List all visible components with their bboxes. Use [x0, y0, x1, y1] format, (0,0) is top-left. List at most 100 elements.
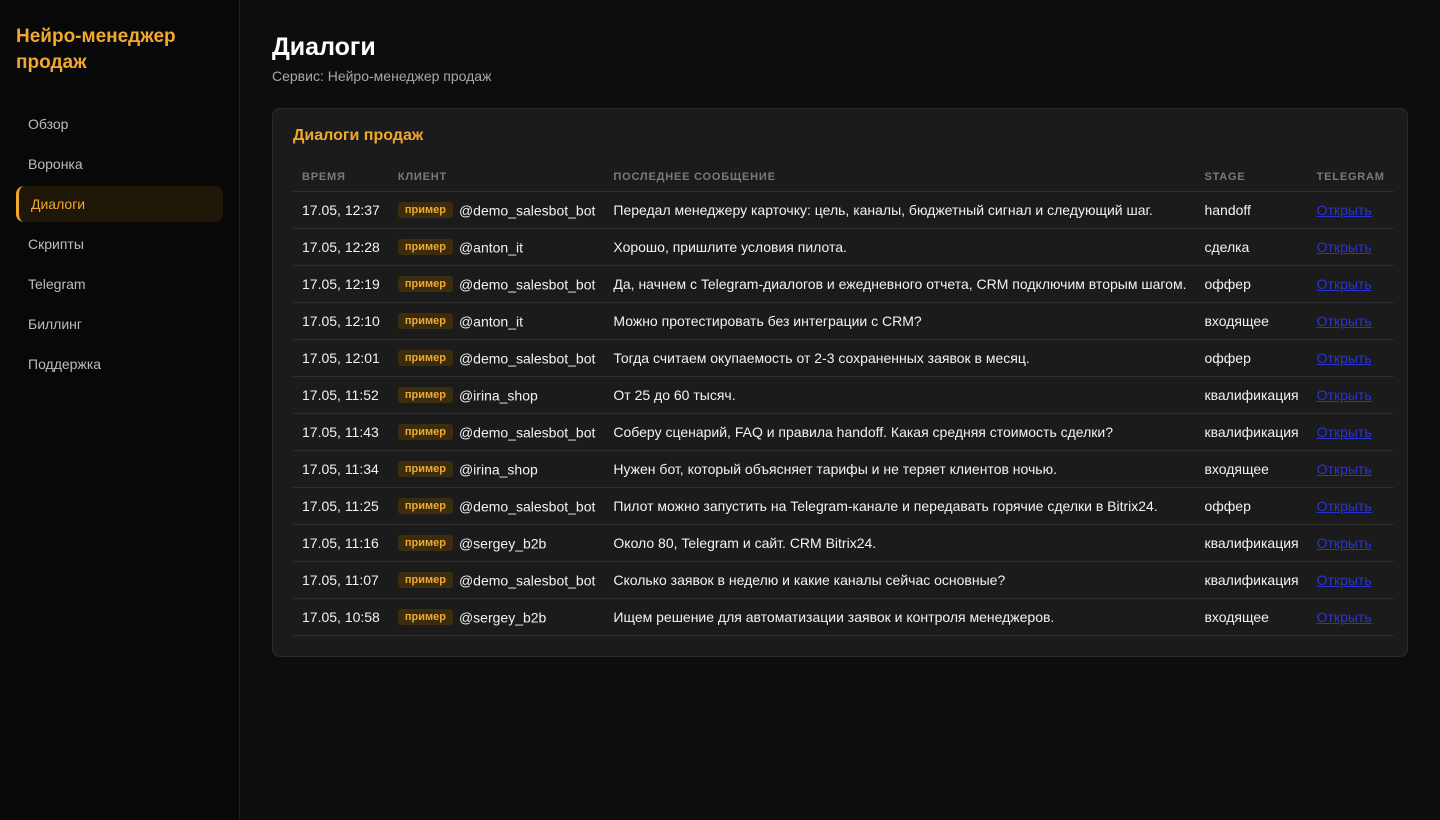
sidebar-item-telegram[interactable]: Telegram	[16, 266, 223, 302]
cell-last-message: Пилот можно запустить на Telegram-канале…	[604, 487, 1196, 525]
cell-stage: входящее	[1195, 598, 1308, 636]
open-telegram-link[interactable]: Открыть	[1317, 313, 1372, 329]
cell-last-message: Тогда считаем окупаемость от 2-3 сохране…	[604, 339, 1196, 377]
cell-client: пример @sergey_b2b	[388, 524, 605, 562]
cell-client: пример @irina_shop	[388, 376, 605, 414]
cell-client: пример @irina_shop	[388, 450, 605, 488]
table-row[interactable]: 17.05, 11:52 пример @irina_shop От 25 до 60…	[293, 376, 1394, 414]
open-telegram-link[interactable]: Открыть	[1317, 350, 1372, 366]
app-root: Нейро-менеджер продаж Обзор Воронка Диал…	[0, 0, 1440, 820]
cell-telegram: Открыть	[1307, 413, 1394, 451]
card-title: Диалоги продаж	[293, 127, 424, 144]
open-telegram-link[interactable]: Открыть	[1317, 498, 1372, 514]
client-username: @demo_salesbot_bot	[458, 572, 596, 589]
client-username: @sergey_b2b	[458, 609, 547, 626]
cell-time: 17.05, 10:58	[293, 598, 389, 636]
table-row[interactable]: 17.05, 11:43 пример @demo_salesbot_bot Собе…	[293, 413, 1394, 451]
cell-client: пример @anton_it	[388, 228, 605, 266]
table-row[interactable]: 17.05, 12:01 пример @demo_salesbot_bot Тогд…	[293, 339, 1394, 377]
dialogs-table: Время Клиент Последнее сообщение Stage T…	[293, 163, 1394, 636]
example-badge: пример	[397, 609, 453, 626]
sidebar-item-billing[interactable]: Биллинг	[16, 306, 223, 342]
cell-telegram: Открыть	[1307, 265, 1394, 303]
open-telegram-link[interactable]: Открыть	[1317, 424, 1372, 440]
cell-time: 17.05, 11:34	[293, 450, 389, 488]
table-row[interactable]: 17.05, 12:28 пример @anton_it Хорошо, пришл…	[293, 228, 1394, 266]
open-telegram-link[interactable]: Открыть	[1317, 276, 1372, 292]
column-header-client: Клиент	[388, 163, 605, 192]
open-telegram-link[interactable]: Открыть	[1317, 535, 1372, 551]
cell-client: пример @demo_salesbot_bot	[388, 265, 605, 303]
cell-last-message: Нужен бот, который объясняет тарифы и не…	[604, 450, 1196, 488]
cell-last-message: Передал менеджеру карточку: цель, каналы…	[604, 191, 1196, 229]
table-row[interactable]: 17.05, 11:16 пример @sergey_b2b Около 80, T…	[293, 524, 1394, 562]
open-telegram-link[interactable]: Открыть	[1317, 609, 1372, 625]
sidebar: Нейро-менеджер продаж Обзор Воронка Диал…	[0, 0, 240, 820]
cell-stage: входящее	[1195, 302, 1308, 340]
example-badge: пример	[397, 350, 453, 367]
table-row[interactable]: 17.05, 11:07 пример @demo_salesbot_bot Скол…	[293, 561, 1394, 599]
cell-time: 17.05, 12:01	[293, 339, 389, 377]
cell-client: пример @demo_salesbot_bot	[388, 191, 605, 229]
dialogs-card: Диалоги продаж Время Клиент Последнее со…	[272, 108, 1408, 657]
main-content: Диалоги Сервис: Нейро-менеджер продаж Ди…	[240, 0, 1440, 820]
table-header-row: Время Клиент Последнее сообщение Stage T…	[293, 163, 1394, 192]
cell-last-message: Хорошо, пришлите условия пилота.	[604, 228, 1196, 266]
sidebar-item-support[interactable]: Поддержка	[16, 346, 223, 382]
table-row[interactable]: 17.05, 12:37 пример @demo_salesbot_bot Пере…	[293, 191, 1394, 229]
cell-stage: сделка	[1195, 228, 1308, 266]
cell-telegram: Открыть	[1307, 302, 1394, 340]
open-telegram-link[interactable]: Открыть	[1317, 572, 1372, 588]
table-row[interactable]: 17.05, 12:19 пример @demo_salesbot_bot Да, …	[293, 265, 1394, 303]
cell-client: пример @demo_salesbot_bot	[388, 561, 605, 599]
brand-logo-text: Нейро-менеджер продаж	[16, 26, 176, 73]
example-badge: пример	[397, 461, 453, 478]
cell-telegram: Открыть	[1307, 339, 1394, 377]
cell-time: 17.05, 11:52	[293, 376, 389, 414]
sidebar-item-overview[interactable]: Обзор	[16, 106, 223, 142]
cell-time: 17.05, 12:10	[293, 302, 389, 340]
example-badge: пример	[397, 202, 453, 219]
cell-time: 17.05, 11:43	[293, 413, 389, 451]
table-row[interactable]: 17.05, 11:25 пример @demo_salesbot_bot Пило…	[293, 487, 1394, 525]
cell-client: пример @anton_it	[388, 302, 605, 340]
cell-telegram: Открыть	[1307, 598, 1394, 636]
cell-last-message: Можно протестировать без интеграции с CR…	[604, 302, 1196, 340]
open-telegram-link[interactable]: Открыть	[1317, 239, 1372, 255]
cell-telegram: Открыть	[1307, 487, 1394, 525]
cell-stage: входящее	[1195, 450, 1308, 488]
table-row[interactable]: 17.05, 10:58 пример @sergey_b2b Ищем решени…	[293, 598, 1394, 636]
cell-telegram: Открыть	[1307, 376, 1394, 414]
cell-telegram: Открыть	[1307, 450, 1394, 488]
page-subtitle: Сервис: Нейро-менеджер продаж	[272, 68, 492, 84]
cell-client: пример @demo_salesbot_bot	[388, 339, 605, 377]
cell-last-message: От 25 до 60 тысяч.	[604, 376, 1196, 414]
table-row[interactable]: 17.05, 11:34 пример @irina_shop Нужен бот, …	[293, 450, 1394, 488]
client-username: @sergey_b2b	[458, 535, 547, 552]
open-telegram-link[interactable]: Открыть	[1317, 202, 1372, 218]
cell-client: пример @demo_salesbot_bot	[388, 413, 605, 451]
sidebar-item-scripts[interactable]: Скрипты	[16, 226, 223, 262]
example-badge: пример	[397, 572, 453, 589]
example-badge: пример	[397, 313, 453, 330]
cell-time: 17.05, 12:19	[293, 265, 389, 303]
open-telegram-link[interactable]: Открыть	[1317, 461, 1372, 477]
cell-stage: квалификация	[1195, 524, 1308, 562]
cell-stage: оффер	[1195, 265, 1308, 303]
table-row[interactable]: 17.05, 12:10 пример @anton_it Можно протест…	[293, 302, 1394, 340]
example-badge: пример	[397, 535, 453, 552]
cell-time: 17.05, 11:07	[293, 561, 389, 599]
example-badge: пример	[397, 239, 453, 256]
cell-last-message: Да, начнем с Telegram-диалогов и ежеднев…	[604, 265, 1196, 303]
cell-stage: оффер	[1195, 487, 1308, 525]
open-telegram-link[interactable]: Открыть	[1317, 387, 1372, 403]
sidebar-item-funnel[interactable]: Воронка	[16, 146, 223, 182]
table-body: 17.05, 12:37 пример @demo_salesbot_bot Пере…	[293, 191, 1394, 636]
sidebar-item-dialogs[interactable]: Диалоги	[16, 186, 223, 222]
cell-last-message: Ищем решение для автоматизации заявок и …	[604, 598, 1196, 636]
page-title: Диалоги	[272, 33, 376, 61]
example-badge: пример	[397, 276, 453, 293]
column-header-telegram: Telegram	[1307, 163, 1394, 192]
cell-client: пример @demo_salesbot_bot	[388, 487, 605, 525]
cell-stage: handoff	[1195, 191, 1308, 229]
